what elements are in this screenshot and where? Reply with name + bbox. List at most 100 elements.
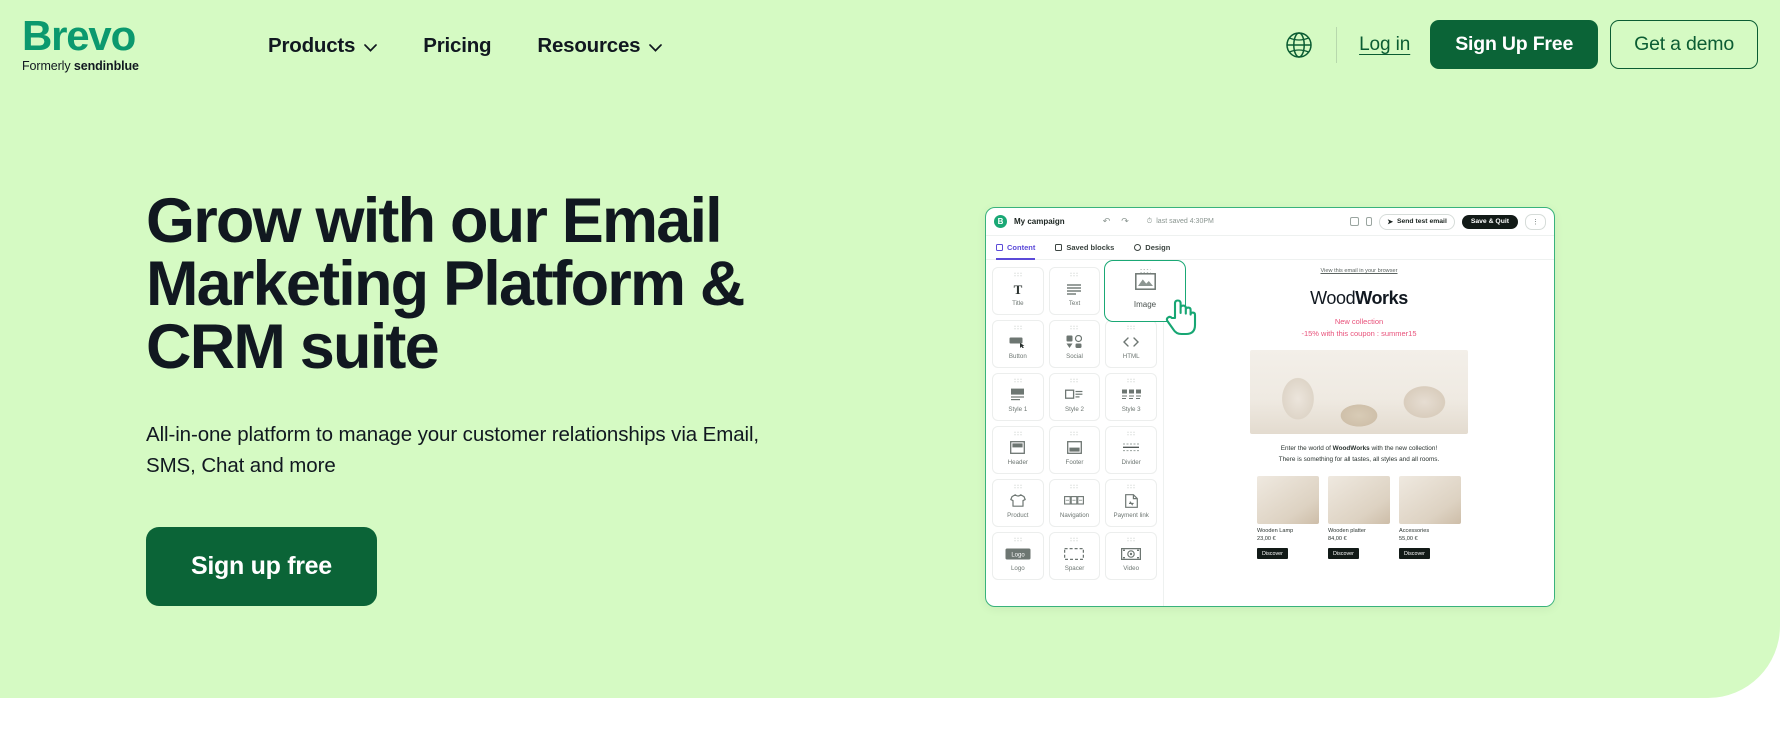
drag-grip-icon[interactable] — [1069, 484, 1079, 489]
block-label: Social — [1066, 352, 1083, 360]
content-panel-icon — [996, 244, 1003, 251]
block-footer[interactable]: Footer — [1048, 426, 1101, 474]
svg-text:Logo: Logo — [1011, 552, 1025, 558]
save-status: ⏱ last saved 4:30PM — [1147, 218, 1214, 226]
block-style-1[interactable]: Style 1 — [992, 373, 1044, 421]
block-payment-link[interactable]: Payment link — [1105, 479, 1157, 527]
clock-icon: ⏱ — [1146, 217, 1153, 225]
tab-saved-blocks-label: Saved blocks — [1066, 243, 1115, 252]
block-spacer[interactable]: Spacer — [1048, 532, 1101, 580]
footer-block-icon — [1067, 439, 1082, 457]
main-navigation: Products Pricing Resources — [268, 34, 663, 58]
drag-grip-icon[interactable] — [1126, 325, 1136, 330]
block-title[interactable]: T Title — [992, 267, 1044, 315]
style-1-icon — [1009, 386, 1026, 404]
product-price: 84,00 € — [1328, 535, 1347, 542]
block-style-2[interactable]: Style 2 — [1048, 373, 1101, 421]
tab-design[interactable]: Design — [1134, 236, 1170, 260]
block-label: Text — [1068, 299, 1081, 307]
drag-grip-icon[interactable] — [1013, 431, 1023, 436]
email-product-cards: Wooden Lamp 23,00 € Discover Wooden plat… — [1178, 476, 1540, 560]
drag-grip-icon[interactable] — [1126, 431, 1136, 436]
get-a-demo-button[interactable]: Get a demo — [1610, 20, 1758, 69]
drag-grip-icon[interactable] — [1013, 484, 1023, 489]
headline-line-3: CRM suite — [146, 312, 440, 382]
tab-content[interactable]: Content — [996, 236, 1036, 260]
payment-link-icon — [1124, 492, 1138, 510]
undo-arrow-icon[interactable]: ↶ — [1103, 216, 1111, 227]
blurb-line-2: There is something for all tastes, all s… — [1278, 455, 1440, 463]
product-discover-button[interactable]: Discover — [1328, 548, 1359, 560]
navigation-icon — [1064, 492, 1085, 510]
campaign-name[interactable]: My campaign — [1014, 217, 1065, 226]
headline-line-2: Marketing Platform & — [146, 249, 745, 319]
block-divider[interactable]: Divider — [1105, 426, 1157, 474]
chevron-down-icon — [649, 44, 663, 52]
nav-item-pricing[interactable]: Pricing — [423, 34, 491, 58]
block-header[interactable]: Header — [992, 426, 1044, 474]
email-promo: New collection -15% with this coupon : s… — [1178, 316, 1540, 341]
block-logo[interactable]: Logo Logo — [992, 532, 1044, 580]
html-code-icon — [1123, 333, 1140, 351]
product-card[interactable]: Wooden platter 84,00 € Discover — [1328, 476, 1390, 560]
product-card[interactable]: Wooden Lamp 23,00 € Discover — [1257, 476, 1319, 560]
globe-icon[interactable] — [1284, 30, 1314, 60]
drag-grip-icon[interactable] — [1069, 325, 1079, 330]
drag-grip-icon[interactable] — [1126, 378, 1136, 383]
editor-toolbar: B My campaign ↶ ↷ ⏱ last saved 4:30PM ➤ … — [986, 208, 1554, 236]
block-text[interactable]: Text — [1048, 267, 1101, 315]
drag-grip-icon[interactable] — [1126, 484, 1136, 489]
style-2-icon — [1065, 386, 1083, 404]
drag-grip-icon[interactable] — [1069, 537, 1079, 542]
paper-plane-icon: ➤ — [1387, 218, 1393, 226]
block-product[interactable]: Product — [992, 479, 1044, 527]
block-video[interactable]: Video — [1105, 532, 1157, 580]
drag-grip-icon[interactable] — [1013, 537, 1023, 542]
drag-grip-icon[interactable] — [1069, 272, 1079, 277]
block-social[interactable]: Social — [1048, 320, 1101, 368]
block-label: Product — [1007, 511, 1029, 519]
block-html[interactable]: HTML — [1105, 320, 1157, 368]
logo-formerly-name: sendinblue — [73, 59, 139, 74]
send-test-email-label: Send test email — [1396, 218, 1447, 225]
title-T-icon: T — [1011, 280, 1025, 298]
promo-line-1: New collection — [1334, 317, 1384, 326]
tab-saved-blocks[interactable]: Saved blocks — [1055, 236, 1114, 260]
desktop-preview-icon[interactable] — [1350, 217, 1360, 226]
blurb-line-1: Enter the world of WoodWorks with the ne… — [1178, 443, 1540, 454]
product-discover-button[interactable]: Discover — [1257, 548, 1288, 560]
view-in-browser-link[interactable]: View this email in your browser — [1178, 268, 1540, 274]
block-style-3[interactable]: Style 3 — [1105, 373, 1157, 421]
drag-grip-icon[interactable] — [1013, 378, 1023, 383]
drag-grip-icon — [1139, 268, 1151, 274]
drag-grip-icon[interactable] — [1069, 378, 1079, 383]
more-options-icon[interactable]: ⋮ — [1525, 213, 1546, 230]
spacer-icon — [1064, 545, 1085, 563]
login-link[interactable]: Log in — [1359, 34, 1410, 56]
drag-grip-icon[interactable] — [1013, 272, 1023, 277]
history-controls: ↶ ↷ — [1103, 216, 1129, 227]
block-navigation[interactable]: Navigation — [1048, 479, 1101, 527]
nav-item-resources[interactable]: Resources — [537, 34, 663, 58]
block-label: Style 3 — [1121, 405, 1141, 413]
send-test-email-button[interactable]: ➤ Send test email — [1379, 213, 1455, 230]
brand-name-light: Wood — [1310, 288, 1356, 308]
drag-grip-icon[interactable] — [1013, 325, 1023, 330]
product-card[interactable]: Accessories 55,00 € Discover — [1399, 476, 1461, 560]
block-label: Divider — [1121, 458, 1141, 466]
save-and-quit-button[interactable]: Save & Quit — [1461, 214, 1518, 229]
hero-sign-up-free-button[interactable]: Sign up free — [146, 527, 377, 607]
block-label: Title — [1012, 299, 1024, 307]
email-preview-canvas: View this email in your browser WoodWork… — [1164, 260, 1554, 606]
drag-grip-icon[interactable] — [1126, 537, 1136, 542]
drag-grip-icon[interactable] — [1069, 431, 1079, 436]
redo-arrow-icon[interactable]: ↷ — [1121, 216, 1129, 227]
block-label: Spacer — [1064, 564, 1085, 572]
product-discover-button[interactable]: Discover — [1399, 548, 1430, 560]
block-label: Style 1 — [1008, 405, 1028, 413]
nav-item-products[interactable]: Products — [268, 34, 378, 58]
brevo-logo[interactable]: Brevo Formerly sendinblue — [22, 13, 172, 74]
mobile-preview-icon[interactable] — [1366, 217, 1373, 226]
sign-up-free-button[interactable]: Sign Up Free — [1430, 20, 1599, 69]
block-button[interactable]: Button — [992, 320, 1044, 368]
